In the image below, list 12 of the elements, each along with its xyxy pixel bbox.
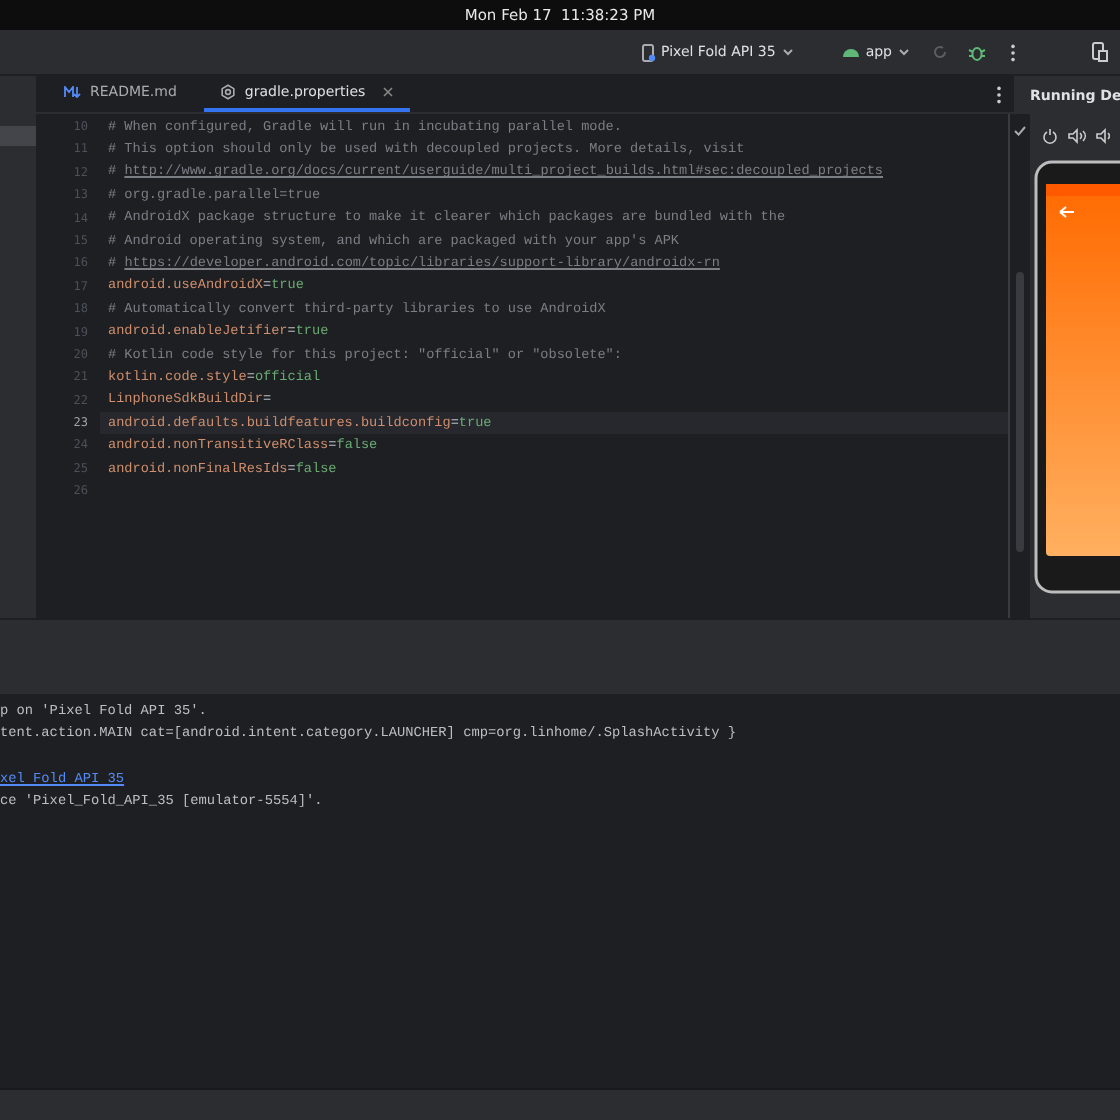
power-icon[interactable] [1042,128,1058,144]
check-icon [1014,126,1026,136]
chevron-icon [781,46,794,58]
gear-icon [220,84,237,100]
volume-icon[interactable] [1096,128,1110,144]
chevron-icon [898,46,910,58]
device-manager-icon[interactable] [1088,40,1112,64]
phone-icon [641,43,656,61]
markdown-icon [64,86,82,98]
android-icon [841,46,860,58]
volume-icon[interactable] [1068,128,1086,144]
close-icon[interactable] [381,86,394,98]
